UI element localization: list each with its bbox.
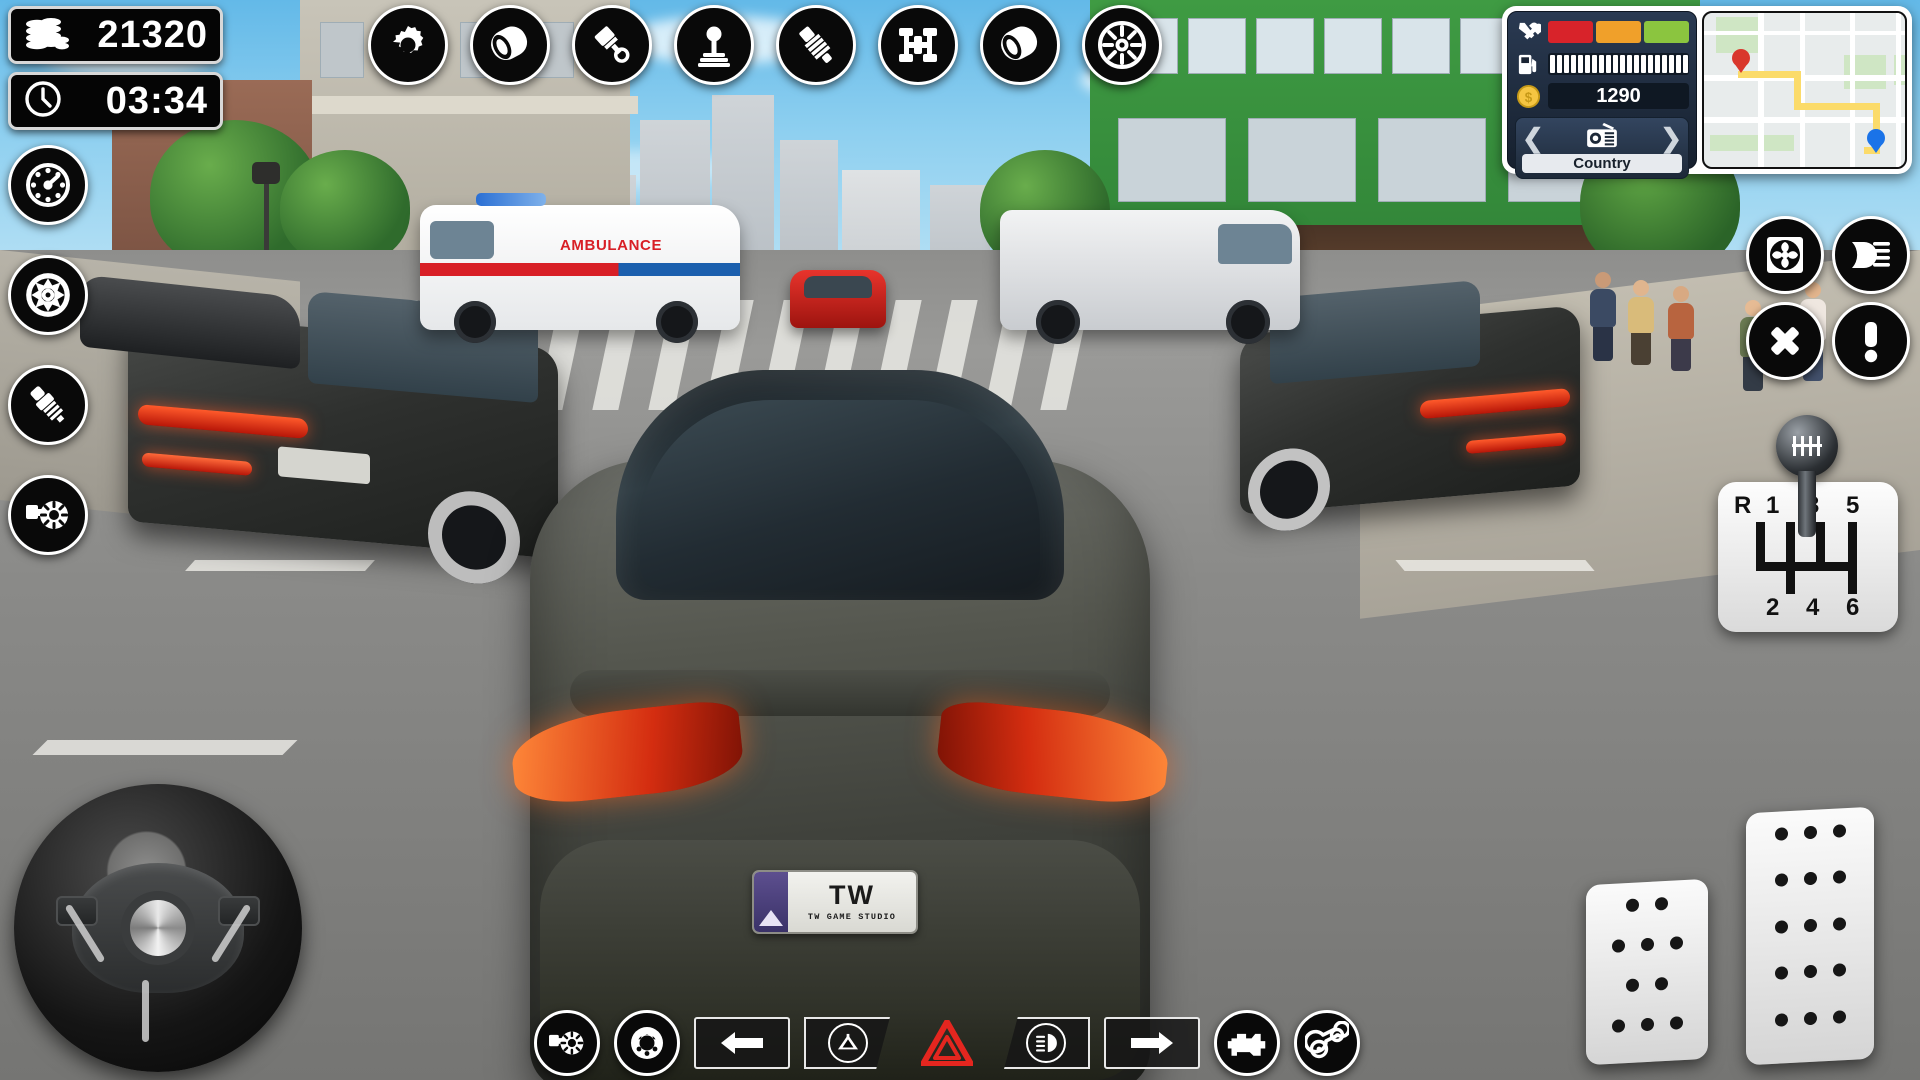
gear-icon[interactable] xyxy=(368,5,448,85)
timer-panel: 03:34 xyxy=(8,72,223,130)
ambulance-lightbar xyxy=(476,193,546,206)
gauges-column: $ 1290 ❮ ❯ Country xyxy=(1507,11,1697,179)
gas-pedal[interactable] xyxy=(1746,806,1874,1066)
coins-panel: 21320 xyxy=(8,6,223,64)
lane-marking-2 xyxy=(185,560,375,571)
svg-text:$: $ xyxy=(1524,89,1532,104)
building-left-cornice xyxy=(292,96,638,114)
license-plate: TW TW GAME STUDIO xyxy=(752,870,918,934)
spark-plug-icon[interactable] xyxy=(8,365,88,445)
street-lamp-head xyxy=(252,162,280,184)
chevron-right-icon[interactable]: ❯ xyxy=(1660,125,1682,151)
plate-sub-text: TW GAME STUDIO xyxy=(807,912,897,922)
plate-flag-icon xyxy=(754,872,788,932)
status-panel: $ 1290 ❮ ❯ Country xyxy=(1502,6,1912,179)
minimap[interactable] xyxy=(1702,11,1907,169)
engine-icon[interactable] xyxy=(1214,1010,1280,1076)
pedestrian-2 xyxy=(1628,280,1654,365)
coin-icon: $ xyxy=(1515,83,1541,109)
exclamation-icon[interactable] xyxy=(1832,302,1910,380)
pedestrian-3 xyxy=(1668,286,1694,371)
chassis-icon[interactable] xyxy=(878,5,958,85)
piston-icon[interactable] xyxy=(572,5,652,85)
bottom-control-bar xyxy=(534,1010,1360,1076)
gear-label-2: 2 xyxy=(1766,594,1780,621)
fuel-pump-icon xyxy=(1515,51,1541,77)
pedestrian-1 xyxy=(1590,272,1616,361)
right-indicator-icon[interactable] xyxy=(1104,1017,1200,1069)
ambulance-vehicle: AMBULANCE xyxy=(420,193,740,343)
clock-icon xyxy=(23,79,63,124)
player-pin-icon xyxy=(1867,129,1885,155)
coins-stack-icon xyxy=(23,14,69,57)
speedometer-icon[interactable] xyxy=(8,145,88,225)
gear-shifter-icon[interactable] xyxy=(674,5,754,85)
rim-icon[interactable] xyxy=(8,255,88,335)
ambulance-label: AMBULANCE xyxy=(560,237,663,254)
gear-label-R: R xyxy=(1734,492,1752,519)
gear-knob[interactable] xyxy=(1770,415,1844,537)
headlight-icon[interactable] xyxy=(1832,216,1910,294)
right-action-cluster xyxy=(1742,212,1914,384)
player-vehicle: TW TW GAME STUDIO xyxy=(508,370,1172,1080)
lane-marking-3 xyxy=(32,740,298,755)
wiper-icon[interactable] xyxy=(804,1017,890,1069)
turbo-icon[interactable] xyxy=(8,475,88,555)
radio-station-label: Country xyxy=(1522,154,1682,173)
brake-pedal[interactable] xyxy=(1586,878,1708,1066)
fuel-row xyxy=(1515,51,1689,77)
headlight-beam-icon[interactable] xyxy=(1004,1017,1090,1069)
close-x-icon[interactable] xyxy=(1746,302,1824,380)
left-indicator-icon[interactable] xyxy=(694,1017,790,1069)
gear-label-6: 6 xyxy=(1846,594,1860,621)
brake-disc-icon[interactable] xyxy=(614,1010,680,1076)
timer-value: 03:34 xyxy=(105,80,208,122)
radio-selector: ❮ ❯ Country xyxy=(1515,117,1689,179)
gear-label-4: 4 xyxy=(1806,594,1820,621)
chevron-left-icon[interactable]: ❮ xyxy=(1522,125,1544,151)
money-value: 1290 xyxy=(1548,83,1689,109)
wrench-hammer-icon xyxy=(1515,19,1541,45)
hazard-triangle-icon[interactable] xyxy=(904,1020,990,1066)
money-row: $ 1290 xyxy=(1515,83,1689,109)
shock-absorber-icon[interactable] xyxy=(776,5,856,85)
traffic-car-right xyxy=(1240,279,1580,535)
fan-ac-icon[interactable] xyxy=(1746,216,1824,294)
parts-rail xyxy=(8,145,88,555)
rim-icon[interactable] xyxy=(1082,5,1162,85)
timing-belt-icon[interactable] xyxy=(1294,1010,1360,1076)
tire-icon[interactable] xyxy=(470,5,550,85)
van-vehicle xyxy=(1000,210,1300,344)
damage-row xyxy=(1515,19,1689,45)
game-viewport: AMBULANCE TW TW GAME STUDIO 21320 03:34 … xyxy=(0,0,1920,1080)
red-car-vehicle xyxy=(790,270,886,328)
radio-icon xyxy=(1585,122,1619,153)
fuel-bar xyxy=(1548,53,1689,75)
steering-center-emblem xyxy=(130,900,186,956)
gear-label-5: 5 xyxy=(1846,492,1860,519)
tuning-toolbar xyxy=(368,5,1162,85)
destination-pin-icon xyxy=(1732,49,1750,75)
damage-bar xyxy=(1548,21,1689,43)
steering-wheel[interactable] xyxy=(14,784,302,1072)
tire-icon[interactable] xyxy=(980,5,1060,85)
coins-value: 21320 xyxy=(97,14,208,56)
gear-knob-pattern-icon xyxy=(1776,415,1838,477)
tree-2 xyxy=(280,150,410,265)
turbo-icon[interactable] xyxy=(534,1010,600,1076)
lane-marking-5 xyxy=(1395,560,1595,571)
plate-main-text: TW xyxy=(829,880,875,910)
